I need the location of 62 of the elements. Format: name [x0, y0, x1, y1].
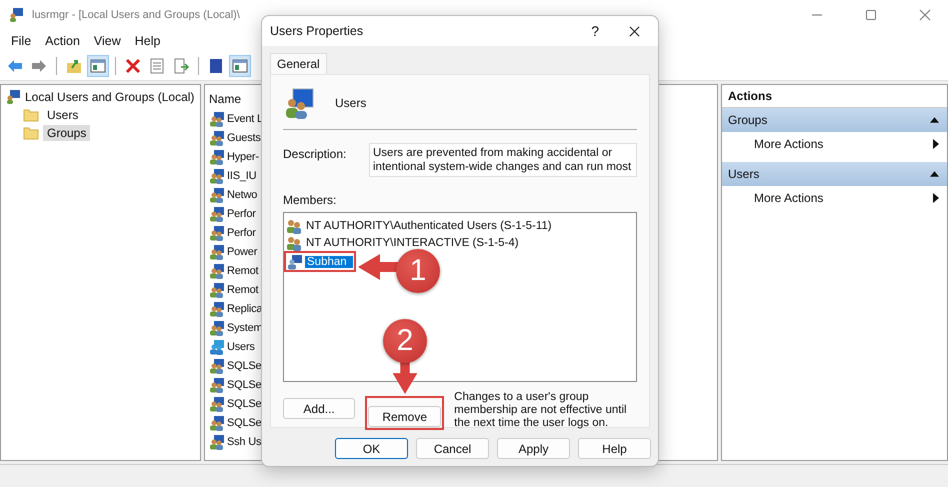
- arrow: [358, 252, 398, 282]
- actions-section-header[interactable]: Users: [722, 162, 947, 186]
- actions-section-header[interactable]: Groups: [722, 108, 947, 132]
- submenu-arrow-icon: [933, 193, 939, 203]
- pane-toggle-icon[interactable]: [87, 55, 109, 77]
- remove-button[interactable]: Remove: [368, 406, 442, 427]
- collapse-icon[interactable]: [930, 171, 939, 177]
- folder-icon: [23, 107, 39, 123]
- add-button[interactable]: Add...: [283, 398, 356, 419]
- help-button[interactable]: ?: [591, 23, 599, 39]
- tree-item[interactable]: Groups: [43, 125, 90, 141]
- window-title: lusrmgr - [Local Users and Groups (Local)\: [32, 9, 240, 21]
- menu-item[interactable]: File: [4, 34, 38, 48]
- tab[interactable]: General: [270, 53, 327, 74]
- close-icon[interactable]: [629, 26, 640, 36]
- group-name[interactable]: Users: [227, 340, 255, 352]
- group-name[interactable]: SQLSe: [227, 398, 262, 410]
- group-name[interactable]: IIS_IU: [227, 170, 256, 182]
- menu-item[interactable]: Action: [38, 34, 87, 48]
- group-icon: [283, 87, 315, 119]
- user-icon: [287, 254, 303, 270]
- description-label: Description:: [283, 146, 348, 163]
- description-field[interactable]: Users are prevented from making accidental or intentional system-wide changes and can run most: [369, 143, 637, 177]
- group-name: Users: [335, 96, 366, 110]
- computer-users-icon: [5, 89, 21, 105]
- group-name[interactable]: Perfor: [227, 226, 256, 238]
- tree-item[interactable]: Users: [43, 107, 82, 123]
- group-name[interactable]: Perfor: [227, 208, 256, 220]
- action-item[interactable]: More Actions: [754, 191, 824, 205]
- maximize-icon[interactable]: [865, 9, 877, 21]
- group-name[interactable]: Guests: [227, 132, 261, 144]
- member-item[interactable]: NT AUTHORITY\Authenticated Users (S-1-5-11): [304, 220, 554, 232]
- tree-root[interactable]: Local Users and Groups (Local): [25, 90, 194, 104]
- dialog-button[interactable]: Cancel: [416, 438, 489, 459]
- group-name[interactable]: Hyper-: [227, 150, 259, 162]
- group-name[interactable]: SQLSe: [227, 416, 262, 428]
- submenu-arrow-icon: [933, 139, 939, 149]
- menu-item[interactable]: View: [86, 34, 128, 48]
- member-item[interactable]: NT AUTHORITY\INTERACTIVE (S-1-5-4): [304, 236, 521, 248]
- group-name[interactable]: Remot: [227, 284, 258, 296]
- dialog-button[interactable]: Help: [578, 438, 651, 459]
- collapse-icon[interactable]: [930, 117, 939, 123]
- members-label: Members:: [283, 193, 338, 207]
- member-item[interactable]: Subhan: [305, 256, 353, 268]
- group-name[interactable]: Ssh Us: [227, 436, 262, 448]
- folder-icon: [23, 125, 39, 141]
- action-item[interactable]: More Actions: [754, 137, 824, 151]
- group-name[interactable]: Replica: [227, 302, 262, 314]
- group-name[interactable]: Netwo: [227, 188, 258, 200]
- computer-users-icon: [8, 7, 24, 23]
- dialog-button[interactable]: OK: [335, 438, 408, 459]
- note-text: Changes to a user's group membership are not effective until the next time the user logs on.: [454, 391, 628, 430]
- group-name[interactable]: SQLSe: [227, 360, 262, 372]
- pane-toggle-icon[interactable]: [229, 55, 251, 77]
- dialog-button[interactable]: Apply: [497, 438, 570, 459]
- group-name[interactable]: Power: [227, 246, 258, 258]
- group-name[interactable]: Remot: [227, 264, 258, 276]
- group-name[interactable]: SQLSe: [227, 378, 262, 390]
- dialog-title: Users Properties: [270, 24, 364, 38]
- group-icon: [286, 218, 302, 234]
- group-icon: [286, 234, 302, 250]
- menu-item[interactable]: Help: [128, 34, 168, 48]
